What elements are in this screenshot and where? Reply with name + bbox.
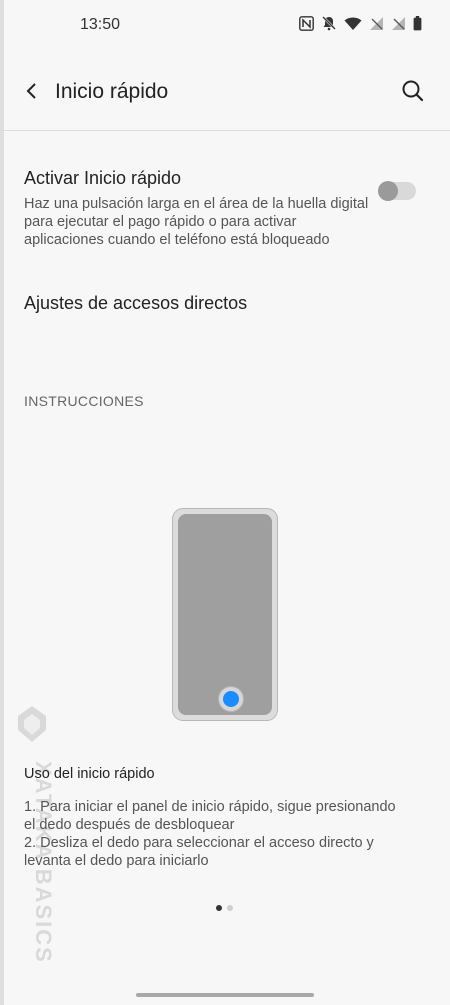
- quick-launch-title: Activar Inicio rápido: [24, 168, 182, 188]
- instructions-section-header: INSTRUCCIONES: [24, 393, 144, 409]
- status-time: 13:50: [80, 16, 121, 33]
- no-signal-icon: [369, 16, 384, 31]
- instructions-steps: 1. Para iniciar el panel de inicio rápid…: [24, 799, 396, 869]
- bell-muted-icon: [321, 15, 337, 31]
- fingerprint-sensor-icon: [218, 686, 244, 712]
- gesture-nav-handle[interactable]: [136, 993, 314, 997]
- instructions-title: Uso del inicio rápido: [24, 766, 155, 782]
- back-button[interactable]: [18, 78, 44, 104]
- search-button[interactable]: [400, 78, 426, 104]
- battery-icon: [413, 15, 422, 31]
- status-icons: [299, 15, 422, 31]
- touch-point-icon: [223, 691, 239, 707]
- quick-launch-toggle[interactable]: [378, 181, 416, 201]
- search-icon: [402, 80, 424, 102]
- left-edge-strip: [0, 0, 4, 1005]
- page-dot[interactable]: [227, 905, 233, 911]
- header-divider: [0, 130, 450, 131]
- status-bar: 13:50: [0, 0, 450, 50]
- no-signal-icon: [391, 16, 406, 31]
- page-dot-active[interactable]: [216, 905, 222, 911]
- shortcuts-settings-item[interactable]: Ajustes de accesos directos: [24, 293, 247, 314]
- page-indicator: [216, 905, 233, 911]
- toggle-knob: [378, 181, 398, 201]
- phone-screen: [178, 514, 272, 715]
- quick-launch-description: Haz una pulsación larga en el área de la…: [24, 196, 369, 248]
- app-header: Inicio rápido: [0, 62, 450, 122]
- page-title: Inicio rápido: [55, 80, 169, 103]
- nfc-icon: [299, 15, 314, 31]
- phone-illustration: [172, 508, 278, 721]
- watermark-logo-icon: [18, 706, 46, 742]
- wifi-icon: [344, 16, 362, 31]
- quick-launch-setting[interactable]: Activar Inicio rápido Haz una pulsación …: [24, 168, 434, 249]
- back-arrow-icon: [26, 83, 36, 99]
